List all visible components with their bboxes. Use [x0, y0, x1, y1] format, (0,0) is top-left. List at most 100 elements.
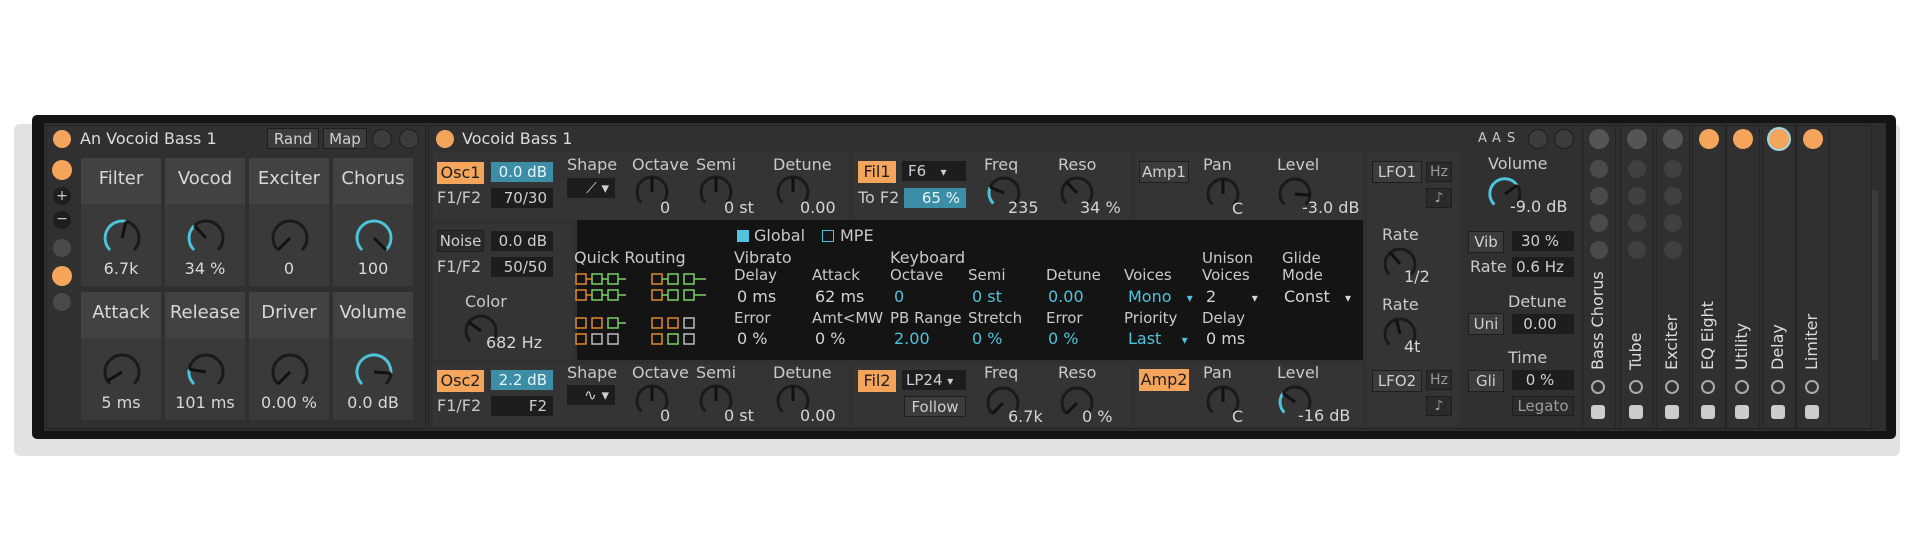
amp2-toggle[interactable]: Amp2: [1139, 369, 1189, 391]
save-icon[interactable]: [1771, 405, 1785, 419]
fil2-type-select[interactable]: LP24: [902, 370, 966, 390]
fil1-toggle[interactable]: Fil1: [858, 161, 896, 183]
unison-delay-value[interactable]: 0 ms: [1206, 330, 1245, 348]
lfo1-sync-button[interactable]: ♪: [1426, 188, 1452, 208]
macro-view-icon[interactable]: [52, 160, 72, 180]
macro-knob[interactable]: [354, 352, 394, 392]
macro-knob[interactable]: [354, 218, 394, 258]
save-icon[interactable]: [1591, 405, 1605, 419]
hot-swap-icon[interactable]: [1701, 380, 1715, 394]
chain-side-icon[interactable]: [1590, 187, 1608, 205]
save-icon[interactable]: [1735, 405, 1749, 419]
chain-side-icon[interactable]: [1628, 187, 1646, 205]
hot-swap-icon[interactable]: [372, 129, 392, 149]
chain-side-icon[interactable]: [1664, 187, 1682, 205]
keyboard-semi-value[interactable]: 0 st: [972, 288, 1002, 306]
vibrato-error-value[interactable]: 0 %: [737, 330, 767, 348]
remove-macro-icon[interactable]: −: [53, 211, 71, 229]
macro-driver[interactable]: Driver 0.00 %: [249, 292, 329, 420]
save-icon[interactable]: [399, 129, 419, 149]
rack-title[interactable]: An Vocoid Bass 1: [80, 130, 217, 148]
chain-power-button[interactable]: [1803, 129, 1823, 149]
keyboard-pbrange-value[interactable]: 2.00: [894, 330, 930, 348]
macro-knob[interactable]: [186, 218, 226, 258]
osc1-f1f2[interactable]: 70/30: [491, 188, 553, 208]
macro-release[interactable]: Release 101 ms: [165, 292, 245, 420]
macro-knob[interactable]: [186, 352, 226, 392]
chain-power-button[interactable]: [1769, 129, 1789, 149]
chain-side-icon[interactable]: [1628, 241, 1646, 259]
rand-button[interactable]: Rand: [267, 128, 319, 149]
voices-select[interactable]: Mono: [1128, 288, 1193, 307]
macro-knob[interactable]: [270, 352, 310, 392]
save-icon[interactable]: [1701, 405, 1715, 419]
lfo2-hz-button[interactable]: Hz: [1426, 370, 1452, 390]
osc1-level[interactable]: 0.0 dB: [491, 162, 553, 182]
vib-value[interactable]: 30 %: [1512, 231, 1574, 251]
add-macro-icon[interactable]: +: [53, 187, 71, 205]
vibrato-attack-value[interactable]: 62 ms: [815, 288, 864, 306]
hot-swap-icon[interactable]: [1771, 380, 1785, 394]
chain-power-button[interactable]: [1627, 129, 1647, 149]
right-a-button[interactable]: A: [1478, 130, 1487, 148]
hot-swap-icon[interactable]: [1629, 380, 1643, 394]
osc2-shape-select[interactable]: ∿ ▾: [567, 385, 615, 405]
snapshot-icon[interactable]: [53, 239, 71, 257]
glide-time-value[interactable]: 0 %: [1512, 370, 1574, 390]
macro-knob[interactable]: [102, 218, 142, 258]
hot-swap-icon[interactable]: [1805, 380, 1819, 394]
osc2-f1f2[interactable]: F2: [491, 396, 553, 416]
chain-side-icon[interactable]: [1590, 214, 1608, 232]
fil2-follow-button[interactable]: Follow: [904, 396, 966, 417]
keyboard-detune-value[interactable]: 0.00: [1048, 288, 1084, 306]
hot-swap-icon[interactable]: [1591, 380, 1605, 394]
unison-voices-select[interactable]: 2: [1206, 288, 1270, 307]
chain-power-button[interactable]: [1589, 129, 1609, 149]
macro-filter[interactable]: Filter 6.7k: [81, 158, 161, 286]
chain-side-icon[interactable]: [1590, 241, 1608, 259]
device-hot-swap-icon[interactable]: [1528, 129, 1548, 149]
uni-detune-value[interactable]: 0.00: [1512, 314, 1574, 334]
chain-side-icon[interactable]: [1664, 241, 1682, 259]
fil1-type-select[interactable]: F6: [902, 161, 966, 181]
device-title[interactable]: Vocoid Bass 1: [462, 130, 572, 148]
keyboard-octave-value[interactable]: 0: [894, 288, 904, 306]
vibrato-delay-value[interactable]: 0 ms: [737, 288, 776, 306]
glide-mode-select[interactable]: Const: [1284, 288, 1351, 307]
macro-vocod[interactable]: Vocod 34 %: [165, 158, 245, 286]
lfo1-hz-button[interactable]: Hz: [1426, 162, 1452, 182]
hot-swap-icon[interactable]: [1735, 380, 1749, 394]
macro-exciter[interactable]: Exciter 0: [249, 158, 329, 286]
save-icon[interactable]: [1665, 405, 1679, 419]
chain-side-icon[interactable]: [1664, 160, 1682, 178]
keyboard-stretch-value[interactable]: 0 %: [972, 330, 1002, 348]
legato-button[interactable]: Legato: [1512, 396, 1574, 416]
noise-toggle[interactable]: Noise: [437, 230, 484, 252]
keyboard-error-value[interactable]: 0 %: [1048, 330, 1078, 348]
chain-power-button[interactable]: [1699, 129, 1719, 149]
osc1-shape-select[interactable]: ⟋ ▾: [567, 178, 615, 198]
chain-power-button[interactable]: [1733, 129, 1753, 149]
osc2-toggle[interactable]: Osc2: [437, 370, 484, 392]
chain-side-icon[interactable]: [1590, 160, 1608, 178]
noise-f1f2[interactable]: 50/50: [491, 257, 553, 277]
mpe-checkbox[interactable]: [822, 230, 834, 242]
hot-swap-icon[interactable]: [1665, 380, 1679, 394]
chain-list-icon[interactable]: [52, 266, 72, 286]
map-button[interactable]: Map: [323, 128, 367, 149]
vib-rate-value[interactable]: 0.6 Hz: [1512, 257, 1574, 277]
macro-knob[interactable]: [102, 352, 142, 392]
lfo1-toggle[interactable]: LFO1: [1372, 161, 1422, 183]
macro-chorus[interactable]: Chorus 100: [333, 158, 413, 286]
fil2-toggle[interactable]: Fil2: [858, 370, 896, 392]
gli-button[interactable]: Gli: [1468, 370, 1504, 392]
rack-power-button[interactable]: [53, 130, 71, 148]
devices-icon[interactable]: [53, 293, 71, 311]
right-s-button[interactable]: S: [1507, 130, 1515, 148]
global-checkbox[interactable]: [737, 230, 749, 242]
quick-routing-matrix[interactable]: [574, 270, 722, 348]
lfo2-toggle[interactable]: LFO2: [1372, 370, 1422, 392]
save-icon[interactable]: [1629, 405, 1643, 419]
right-a2-button[interactable]: A: [1492, 130, 1501, 148]
chain-side-icon[interactable]: [1664, 214, 1682, 232]
